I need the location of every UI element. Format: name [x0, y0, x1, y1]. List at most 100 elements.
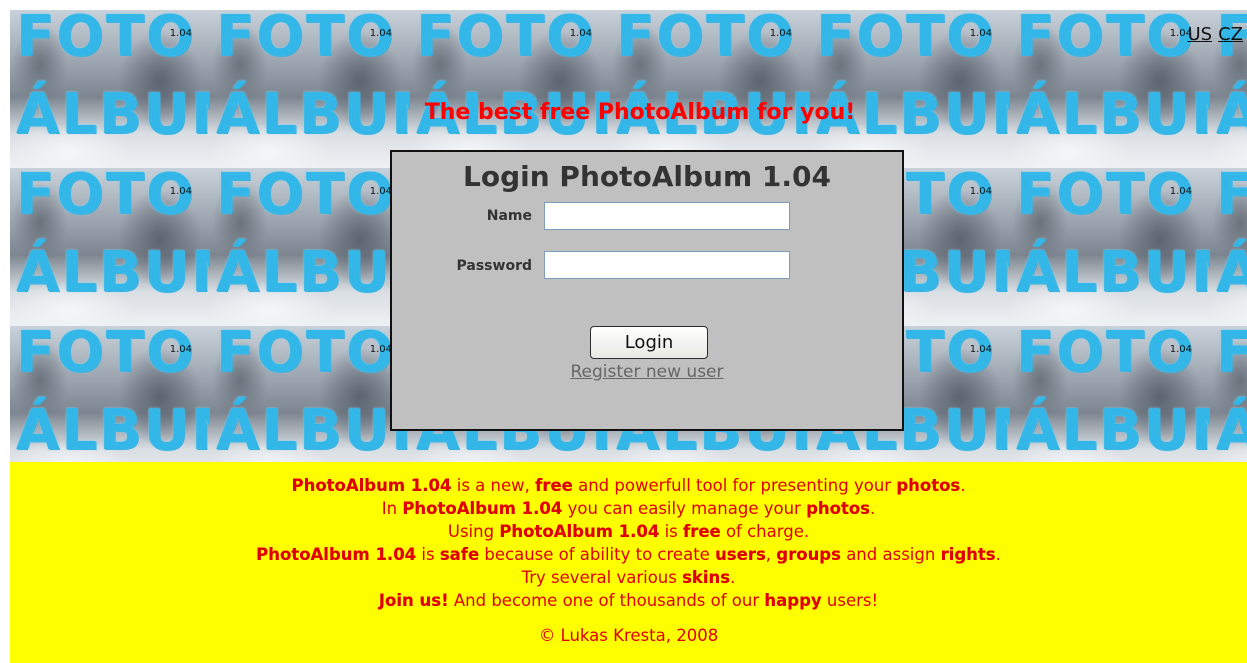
logo-foto-text: FOTO [216, 326, 396, 385]
register-link[interactable]: Register new user [392, 362, 902, 382]
logo-tile: FOTO ÁLBUM 1.04 [210, 168, 410, 326]
logo-tile: FOTOÁLBUM1.04 [1210, 326, 1247, 462]
info-text: . [730, 568, 736, 587]
logo-foto-text: FOTO [16, 168, 196, 227]
logo-foto-text: FOTO [416, 10, 596, 69]
logo-foto-text: FOTO [1216, 326, 1247, 385]
name-label: Name [486, 208, 532, 224]
logo-foto-text: FOTO [216, 168, 396, 227]
lang-cz-link[interactable]: CZ [1218, 24, 1243, 45]
logo-tile: FOTOÁLBUM1.04 [810, 10, 1010, 168]
info-highlight: free [535, 476, 573, 495]
logo-tile: FOTO ÁLBUM 1.04 [10, 168, 210, 326]
logo-version-text: 1.04 [169, 186, 192, 197]
info-highlight: Join us! [378, 591, 449, 610]
info-lines: PhotoAlbum 1.04 is a new, free and power… [10, 474, 1247, 612]
info-highlight: skins [682, 568, 731, 587]
logo-version-text: 1.04 [1169, 344, 1192, 355]
logo-version-text: 1.04 [369, 186, 392, 197]
info-line: Try several various skins. [10, 566, 1247, 589]
info-highlight: users [715, 545, 766, 564]
info-text: and powerfull tool for presenting your [572, 476, 897, 495]
info-highlight: safe [439, 545, 480, 564]
info-text: And become one of thousands of our [448, 591, 765, 610]
logo-tile: FOTOÁLBUM1.04 [1010, 10, 1210, 168]
info-text: is [416, 545, 440, 564]
logo-album-text: ÁLBUM [16, 240, 210, 305]
logo-album-text: ÁLBUM [1216, 398, 1247, 462]
language-switcher: US CZ [1187, 24, 1243, 45]
tagline: The best free PhotoAlbum for you! [424, 100, 856, 125]
info-text: . [995, 545, 1001, 564]
logo-foto-text: FOTO [16, 10, 196, 69]
logo-album-text: ÁLBUM [16, 82, 210, 147]
info-highlight: PhotoAlbum 1.04 [291, 476, 452, 495]
logo-tile: FOTO ÁLBUM 1.04 [1010, 326, 1210, 462]
logo-album-text: ÁLBUM [216, 398, 410, 462]
info-text: is a new, [451, 476, 536, 495]
logo-tile: FOTO ÁLBUM 1.04 [10, 326, 210, 462]
info-text: Using [447, 522, 500, 541]
info-highlight: groups [776, 545, 841, 564]
info-text: In [381, 499, 403, 518]
logo-tile: FOTOÁLBUM1.04 [610, 10, 810, 168]
logo-album-text: ÁLBUM [1216, 82, 1247, 147]
logo-tile: FOTO ÁLBUM 1.04 [1010, 168, 1210, 326]
info-highlight: free [683, 522, 721, 541]
info-panel: PhotoAlbum 1.04 is a new, free and power… [10, 462, 1247, 663]
logo-foto-text: FOTO [216, 10, 396, 69]
logo-foto-text: FOTO [16, 326, 196, 385]
logo-album-text: ÁLBUM [1016, 82, 1210, 147]
logo-foto-text: FOTO [1216, 168, 1247, 227]
info-text: because of ability to create [479, 545, 716, 564]
logo-album-text: ÁLBUM [1016, 240, 1210, 305]
password-input[interactable] [544, 251, 790, 279]
logo-foto-text: FOTO [816, 10, 996, 69]
logo-version-text: 1.04 [169, 28, 192, 39]
logo-version-text: 1.04 [369, 344, 392, 355]
logo-version-text: 1.04 [1169, 186, 1192, 197]
logo-tile: FOTO ÁLBUM 1.04 [10, 10, 210, 168]
lang-us-link[interactable]: US [1187, 24, 1212, 45]
info-line: Join us! And become one of thousands of … [10, 589, 1247, 612]
logo-album-text: ÁLBUM [216, 82, 410, 147]
info-line: In PhotoAlbum 1.04 you can easily manage… [10, 497, 1247, 520]
info-highlight: PhotoAlbum 1.04 [499, 522, 660, 541]
info-text: Try several various [521, 568, 683, 587]
info-line: PhotoAlbum 1.04 is safe because of abili… [10, 543, 1247, 566]
logo-foto-text: FOTO [1016, 168, 1196, 227]
copyright-text: © Lukas Kresta, 2008 [538, 626, 719, 645]
logo-version-text: 1.04 [369, 28, 392, 39]
logo-album-text: ÁLBUM [1016, 398, 1210, 462]
info-highlight: PhotoAlbum 1.04 [402, 499, 563, 518]
password-label: Password [456, 258, 532, 274]
info-text: . [870, 499, 876, 518]
info-highlight: rights [940, 545, 996, 564]
info-text: and assign [840, 545, 941, 564]
login-panel: Login PhotoAlbum 1.04 Name Password Logi… [390, 150, 904, 431]
logo-tile: FOTO ÁLBUM 1.04 [210, 10, 410, 168]
login-button[interactable]: Login [590, 326, 708, 359]
logo-album-text: ÁLBUM [1216, 240, 1247, 305]
logo-version-text: 1.04 [569, 28, 592, 39]
info-highlight: photos [806, 499, 870, 518]
logo-tile: FOTOÁLBUM1.04 [1210, 168, 1247, 326]
logo-tile: FOTO ÁLBUM 1.04 [210, 326, 410, 462]
logo-version-text: 1.04 [969, 186, 992, 197]
logo-version-text: 1.04 [169, 344, 192, 355]
info-text: . [960, 476, 966, 495]
info-text: users! [821, 591, 879, 610]
logo-version-text: 1.04 [969, 344, 992, 355]
logo-tile: FOTOÁLBUM1.04 [410, 10, 610, 168]
logo-version-text: 1.04 [969, 28, 992, 39]
logo-album-text: ÁLBUM [216, 240, 410, 305]
logo-album-text: ÁLBUM [16, 398, 210, 462]
info-line: PhotoAlbum 1.04 is a new, free and power… [10, 474, 1247, 497]
info-line: Using PhotoAlbum 1.04 is free of charge. [10, 520, 1247, 543]
logo-foto-text: FOTO [1016, 10, 1196, 69]
info-text: you can easily manage your [562, 499, 807, 518]
logo-version-text: 1.04 [769, 28, 792, 39]
info-highlight: happy [764, 591, 822, 610]
logo-foto-text: FOTO [1016, 326, 1196, 385]
name-input[interactable] [544, 202, 790, 230]
